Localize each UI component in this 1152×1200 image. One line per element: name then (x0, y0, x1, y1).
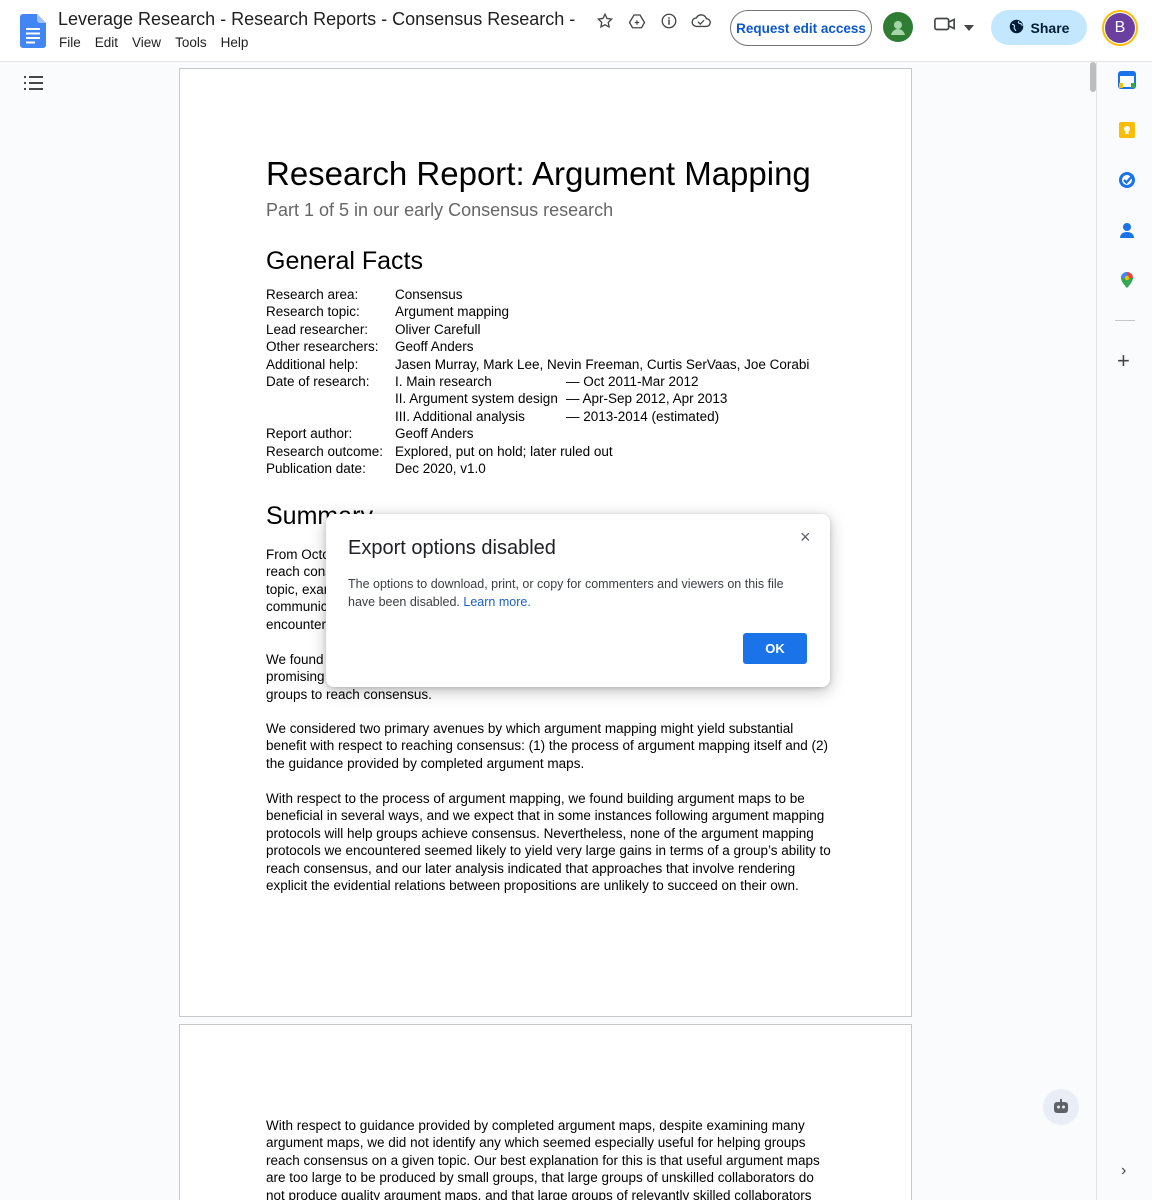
fact-value: Geoff Anders (395, 426, 474, 442)
dialog-message: The options to download, print, or copy … (348, 577, 784, 609)
share-label: Share (1030, 19, 1070, 36)
date-phase: II. Argument system design (395, 391, 558, 407)
fact-row-dates: Date of research: I. Main research — Oct … (266, 373, 809, 425)
meet-button[interactable] (934, 16, 974, 37)
fact-label: Additional help: (266, 356, 359, 372)
general-facts-heading: General Facts (266, 247, 424, 275)
cloud-status-icon[interactable] (690, 10, 712, 32)
fact-row: Other researchers: Geoff Anders (266, 338, 809, 355)
account-avatar[interactable]: B (1102, 10, 1138, 46)
fact-value: Argument mapping (395, 304, 510, 320)
fact-value: Dec 2020, v1.0 (395, 461, 486, 477)
date-range: — Oct 2011-Mar 2012 (566, 374, 699, 390)
chevron-down-icon (964, 18, 974, 36)
menu-edit[interactable]: Edit (95, 35, 132, 50)
report-subtitle: Part 1 of 5 in our early Consensus resea… (266, 200, 614, 220)
request-edit-access-button[interactable]: Request edit access (730, 10, 872, 46)
chevron-right-icon[interactable]: › (1121, 1162, 1126, 1180)
globe-icon (1009, 19, 1024, 37)
document-page-2: With respect to guidance provided by com… (179, 1024, 912, 1200)
fact-label: Other researchers: (266, 339, 379, 355)
fact-row: Additional help: Jasen Murray, Mark Lee, … (266, 356, 809, 373)
contacts-icon[interactable] (1118, 221, 1136, 239)
summary-paragraph-4: With respect to the process of argument … (266, 791, 831, 894)
learn-more-link[interactable]: Learn more. (463, 595, 530, 609)
account-initial: B (1105, 13, 1135, 43)
fact-label: Date of research: (266, 374, 370, 390)
fact-label: Research outcome: (266, 443, 384, 459)
report-title: Research Report: Argument Mapping (266, 155, 811, 192)
menu-view[interactable]: View (132, 35, 175, 50)
menu-help[interactable]: Help (221, 35, 263, 50)
side-panel: + › (1096, 62, 1152, 1200)
fact-value: Oliver Carefull (395, 321, 481, 337)
fact-value: Explored, put on hold; later ruled out (395, 443, 613, 459)
date-range: — Apr-Sep 2012, Apr 2013 (566, 391, 728, 407)
dialog-body: The options to download, print, or copy … (348, 575, 798, 611)
export-disabled-dialog: Export options disabled × The options to… (326, 514, 830, 687)
date-phase: III. Additional analysis (395, 408, 525, 424)
video-camera-icon (934, 16, 956, 37)
fact-label: Publication date: (266, 461, 366, 477)
keep-icon[interactable] (1118, 121, 1136, 139)
summary-paragraph-5: With respect to guidance provided by com… (266, 1118, 820, 1200)
info-icon[interactable] (658, 10, 680, 32)
paragraph-line: groups to reach consensus. (266, 686, 432, 702)
dialog-title: Export options disabled (348, 537, 556, 559)
fact-row: Publication date: Dec 2020, v1.0 (266, 460, 809, 477)
gemini-assist-button[interactable] (1043, 1089, 1079, 1125)
side-panel-divider (1115, 320, 1135, 321)
summary-paragraph-3: We considered two primary avenues by whi… (266, 721, 829, 771)
docs-logo-icon[interactable] (20, 14, 46, 48)
robot-icon (1054, 1099, 1068, 1113)
fact-row: Report author: Geoff Anders (266, 425, 809, 442)
document-outline-icon[interactable] (24, 74, 44, 97)
close-icon[interactable]: × (800, 527, 811, 548)
fact-label: Research area: (266, 287, 359, 302)
research-dates: I. Main research — Oct 2011-Mar 2012 II. … (395, 373, 727, 425)
menu-file[interactable]: File (59, 35, 95, 50)
menu-bar: File Edit View Tools Help (59, 35, 262, 50)
move-to-drive-icon[interactable] (626, 10, 648, 32)
date-phase: I. Main research (395, 374, 492, 390)
calendar-icon[interactable] (1118, 71, 1136, 89)
fact-row: Lead researcher: Oliver Carefull (266, 321, 809, 338)
tasks-icon[interactable] (1118, 171, 1136, 189)
date-range: — 2013-2014 (estimated) (566, 408, 720, 424)
facts-table: Research area: Consensus Research topic: A… (266, 286, 809, 477)
fact-value: Geoff Anders (395, 339, 474, 355)
fact-label: Report author: (266, 426, 353, 442)
menu-tools[interactable]: Tools (175, 35, 221, 50)
document-title[interactable]: Leverage Research - Research Reports - C… (58, 9, 578, 30)
share-button[interactable]: Share (991, 10, 1087, 45)
add-addon-icon[interactable]: + (1117, 348, 1130, 374)
app-header: Leverage Research - Research Reports - C… (0, 0, 1152, 62)
collaborator-avatar[interactable] (883, 12, 913, 42)
fact-label: Lead researcher: (266, 321, 369, 337)
fact-row: Research topic: Argument mapping (266, 303, 809, 320)
ok-button[interactable]: OK (743, 633, 807, 664)
fact-value: Jasen Murray, Mark Lee, Nevin Freeman, C… (395, 356, 810, 372)
fact-row: Research outcome: Explored, put on hold; … (266, 443, 809, 460)
fact-label: Research topic: (266, 304, 360, 320)
fact-row: Research area: Consensus (266, 286, 809, 303)
maps-icon[interactable] (1118, 271, 1136, 289)
star-icon[interactable] (594, 10, 616, 32)
fact-value: Consensus (395, 287, 463, 302)
